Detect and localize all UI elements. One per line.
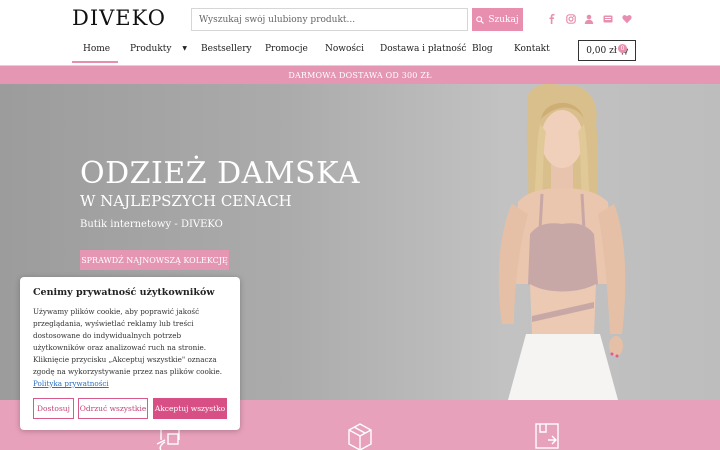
cookie-accept-button[interactable]: Akceptuj wszystko — [153, 398, 227, 419]
main-nav: Home Produkty ▼ Bestsellery Promocje Now… — [0, 38, 720, 64]
cookie-customize-button[interactable]: Dostosuj — [33, 398, 74, 419]
nav-item-nowosci[interactable]: Nowości — [325, 44, 364, 54]
model-photo — [498, 84, 626, 400]
logo[interactable]: DIVEKO — [72, 6, 166, 30]
nav-item-kontakt[interactable]: Kontakt — [514, 44, 550, 54]
package-icon — [345, 422, 375, 450]
site-header: DIVEKO Szukaj — [0, 0, 720, 38]
search-icon — [476, 15, 485, 24]
cookie-body: Używamy plików cookie, aby poprawić jako… — [33, 307, 222, 376]
user-icon[interactable] — [582, 12, 596, 26]
facebook-icon[interactable] — [545, 12, 559, 26]
newsletter-icon[interactable] — [601, 12, 615, 26]
cookie-reject-button[interactable]: Odrzuć wszystkie — [78, 398, 148, 419]
search-input[interactable] — [191, 8, 468, 31]
search-button[interactable]: Szukaj — [472, 8, 523, 31]
nav-active-indicator — [72, 61, 118, 63]
search-button-label: Szukaj — [488, 14, 519, 25]
caret-down-icon: ▼ — [182, 45, 187, 52]
nav-item-bestsellery[interactable]: Bestsellery — [201, 44, 252, 54]
instagram-icon[interactable] — [564, 12, 578, 26]
hero-subtitle: W NAJLEPSZYCH CENACH — [80, 192, 292, 210]
heart-icon[interactable] — [620, 12, 634, 26]
nav-item-produkty[interactable]: Produkty ▼ — [130, 44, 187, 54]
promo-bar: DARMOWA DOSTAWA OD 300 ZŁ — [0, 66, 720, 84]
privacy-policy-link[interactable]: Polityka prywatności — [33, 379, 109, 388]
nav-item-promocje[interactable]: Promocje — [265, 44, 308, 54]
nav-item-home[interactable]: Home — [83, 44, 110, 54]
cart-count-badge: 0 — [618, 44, 627, 53]
hero-tagline: Butik internetowy - DIVEKO — [80, 219, 223, 230]
cookie-title: Cenimy prywatność użytkowników — [33, 287, 215, 298]
nav-item-blog[interactable]: Blog — [472, 44, 493, 54]
promo-text: DARMOWA DOSTAWA OD 300 ZŁ — [288, 70, 432, 80]
cart-total: 0,00 zł — [586, 45, 617, 56]
nav-item-produkty-label: Produkty — [130, 44, 172, 54]
return-box-icon — [534, 422, 564, 450]
cookie-text: Używamy plików cookie, aby poprawić jako… — [33, 306, 233, 390]
hero-title: ODZIEŻ DAMSKA — [80, 156, 360, 191]
nav-item-dostawa[interactable]: Dostawa i płatność — [380, 44, 466, 54]
cart-button[interactable]: 0,00 zł 0 — [578, 40, 636, 61]
hero-cta-button[interactable]: SPRAWDŹ NAJNOWSZĄ KOLEKCJĘ — [80, 250, 229, 270]
cookie-consent-dialog: Cenimy prywatność użytkowników Używamy p… — [20, 277, 240, 430]
